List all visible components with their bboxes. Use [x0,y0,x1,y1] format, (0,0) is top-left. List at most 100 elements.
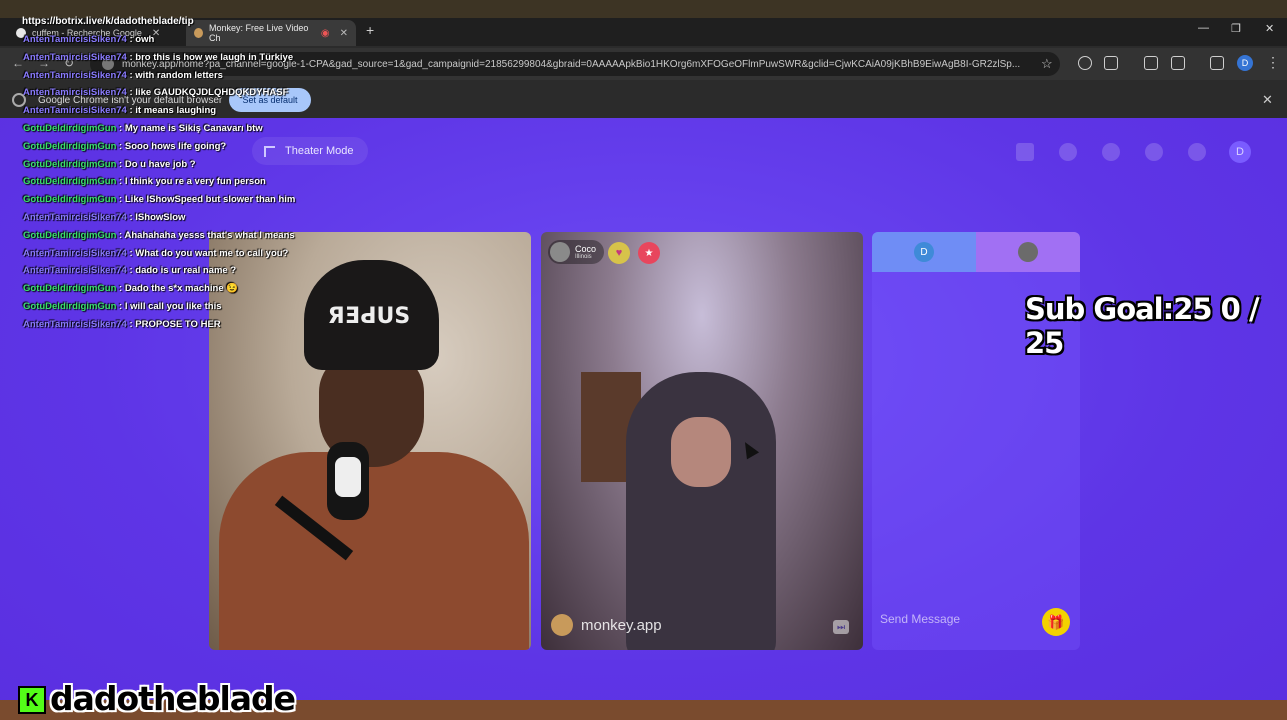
chat-message: PROPOSE TO HER [135,318,221,330]
video-figure [219,452,529,650]
video-figure-text: ЯƎԀUS [327,304,411,329]
chat-line: GotuDeldirdigimGun : Dado the s*x machin… [23,283,295,301]
chat-message: Dado the s*x machine 😉 [124,283,239,295]
search-icon[interactable] [1059,143,1077,161]
menu-icon[interactable]: ⋮ [1266,54,1280,71]
bookmark-star-icon[interactable]: ☆ [1041,56,1053,72]
chat-message: IShowSlow [135,211,186,223]
chat-separator: : [116,194,125,206]
chat-message: Like IShowSpeed but slower than him [124,194,296,206]
chat-line: AntenTamircisiSiken74 : like GAUDKQJDLQH… [23,87,295,105]
chat-username: AntenTamircisiSiken74 [23,87,127,99]
user-avatar[interactable]: D [1229,141,1251,163]
chat-username: GotuDeldirdigimGun [23,158,117,170]
chat-tab-self[interactable]: D [872,232,976,272]
chat-username: AntenTamircisiSiken74 [23,34,127,45]
chat-message: like GAUDKQJDLQHDQKDYHASF [135,87,289,99]
chat-username: GotuDeldirdigimGun [23,194,117,206]
video-figure [626,372,776,650]
recording-icon: ◉ [320,27,330,39]
close-window-icon[interactable]: ✕ [1265,22,1274,35]
chat-message: it means laughing [135,105,217,117]
chat-username: AntenTamircisiSiken74 [23,105,127,117]
chat-line: AntenTamircisiSiken74 : dado is ur real … [23,265,295,283]
chat-username: GotuDeldirdigimGun [23,176,117,188]
chat-username: AntenTamircisiSiken74 [23,211,127,223]
chat-username: AntenTamircisiSiken74 [23,247,127,259]
profile-avatar[interactable]: D [1237,55,1253,71]
messages-icon[interactable] [1188,143,1206,161]
stream-chat-overlay: AntenTamircisiSiken74 : owh AntenTamircis… [23,34,295,337]
media-icon[interactable] [1210,56,1224,70]
chat-line: AntenTamircisiSiken74 : PROPOSE TO HER [23,319,295,337]
chat-message: owh [135,34,155,45]
partner-info[interactable]: Coco Illinois [548,240,605,264]
self-avatar: D [914,242,934,262]
message-input[interactable]: Send Message [880,612,960,626]
partner-video: Coco Illinois ♥ ★ monkey.app ⏭ [541,232,863,650]
extension-icon[interactable] [1078,56,1092,70]
infobar-close-icon[interactable]: ✕ [1262,92,1273,108]
chat-username: GotuDeldirdigimGun [23,229,117,241]
chat-line: AntenTamircisiSiken74 : What do you want… [23,248,295,266]
heart-icon[interactable]: ♥ [608,242,630,264]
extensions-puzzle-icon[interactable] [1104,56,1118,70]
cast-icon[interactable] [1171,56,1185,70]
chat-username: AntenTamircisiSiken74 [23,265,127,277]
chat-tab-partner[interactable] [976,232,1080,272]
chat-separator: : [116,140,125,152]
chat-username: GotuDeldirdigimGun [23,140,117,152]
chat-separator: : [116,158,125,170]
chat-message: I will call you like this [124,300,222,312]
partner-thumbnail [1018,242,1038,262]
chat-line: GotuDeldirdigimGun : Ahahahaha yesss tha… [23,230,295,248]
kick-logo-icon: K [18,686,46,714]
chat-username: AntenTamircisiSiken74 [23,318,127,330]
chat-separator: : [116,229,125,241]
minimize-icon[interactable]: — [1198,22,1209,34]
chat-message: What do you want me to call you? [135,247,289,259]
chat-line: AntenTamircisiSiken74 : with random lett… [23,70,295,88]
chat-username: AntenTamircisiSiken74 [23,69,127,81]
chat-line: GotuDeldirdigimGun : I think you re a ve… [23,176,295,194]
chat-line: GotuDeldirdigimGun : I will call you lik… [23,301,295,319]
chat-separator: : [116,176,125,188]
chat-message: bro this is how we laugh in Türkiye [135,51,294,63]
chat-separator: : [116,283,125,295]
chat-separator: : [116,122,125,134]
gift-icon[interactable]: 🎁 [1042,608,1070,636]
chat-line: GotuDeldirdigimGun : Like IShowSpeed but… [23,194,295,212]
chat-message: with random letters [135,69,223,81]
chat-username: GotuDeldirdigimGun [23,283,117,295]
chat-message: dado is ur real name ? [135,265,237,277]
partner-location: Illinois [575,253,592,260]
chat-message: Sooo hows life going? [124,140,227,152]
chat-line: AntenTamircisiSiken74 : IShowSlow [23,212,295,230]
new-tab-button[interactable]: + [366,22,374,38]
skip-icon[interactable]: ⏭ [833,620,849,634]
shop-icon[interactable] [1016,143,1034,161]
chat-line: AntenTamircisiSiken74 : owh [23,34,295,52]
partner-avatar [550,242,570,262]
restore-icon[interactable]: ❐ [1231,22,1241,35]
partner-name: Coco [575,243,597,254]
badge-icon[interactable]: ★ [638,242,660,264]
chat-message: Do u have job ? [124,158,196,170]
monkey-watermark: monkey.app [551,614,662,636]
chat-line: AntenTamircisiSiken74 : bro this is how … [23,52,295,70]
chat-line: GotuDeldirdigimGun : Do u have job ? [23,159,295,177]
history-icon[interactable] [1145,143,1163,161]
close-icon[interactable]: ✕ [340,28,348,39]
video-figure [671,417,731,487]
watermark-text: monkey.app [581,616,662,634]
tip-url: https://botrix.live/k/dadotheblade/tip [22,16,194,27]
chat-username: GotuDeldirdigimGun [23,300,117,312]
chat-username: AntenTamircisiSiken74 [23,51,127,63]
chat-username: GotuDeldirdigimGun [23,122,117,134]
download-icon[interactable] [1144,56,1158,70]
chat-message: Ahahahaha yesss that's what I means [124,229,295,241]
chat-line: GotuDeldirdigimGun : Sooo hows life goin… [23,141,295,159]
friends-icon[interactable] [1102,143,1120,161]
monkey-logo-icon [551,614,573,636]
streamer-name: dadotheblade [50,679,296,718]
